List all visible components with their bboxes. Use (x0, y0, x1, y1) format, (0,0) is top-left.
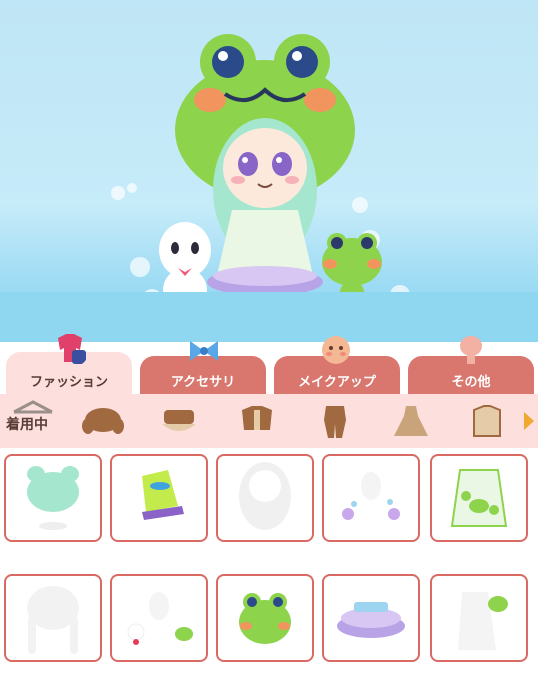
shirt-icon (58, 334, 86, 364)
outer-icon[interactable] (464, 400, 510, 442)
arrow-right-icon[interactable] (522, 410, 536, 432)
item-cell[interactable] (322, 574, 420, 662)
avatar-illustration (111, 34, 410, 334)
frog-backpack (458, 592, 508, 650)
frog-hood-hat (239, 593, 291, 644)
green-sneakers (142, 470, 184, 520)
green-twin-hair (27, 466, 79, 530)
white-braided-hair (27, 586, 79, 654)
item-cell[interactable] (430, 454, 528, 542)
face-icon (322, 336, 350, 364)
tab-label: その他 (451, 375, 491, 390)
item-cell[interactable] (322, 454, 420, 542)
tab-other[interactable]: その他 (408, 336, 534, 394)
mannequin-icon (460, 336, 482, 364)
category-tabs: ファッション アクセサリ メイクアップ その他 (0, 334, 538, 394)
coverall-icon[interactable] (312, 400, 358, 442)
plush-companions (127, 592, 193, 645)
bubble-accessories (342, 472, 400, 520)
subcategory-bar (0, 394, 538, 448)
tab-makeup[interactable]: メイクアップ (274, 336, 400, 394)
tab-fashion[interactable]: ファッション (6, 334, 132, 394)
avatar-stage (0, 0, 538, 342)
layered-skirt (337, 602, 405, 638)
tab-label: アクセサリ (170, 375, 236, 390)
dress-icon[interactable] (388, 400, 434, 442)
item-cell[interactable] (430, 574, 528, 662)
tab-accessory[interactable]: アクセサリ (140, 341, 266, 394)
frog-dress (450, 469, 508, 527)
white-long-hair (239, 462, 291, 530)
item-cell[interactable] (216, 454, 314, 542)
equipped-badge[interactable]: 着用中 (6, 414, 48, 434)
hat-icon[interactable] (156, 400, 202, 442)
hair-icon[interactable] (80, 400, 126, 442)
tab-label: メイクアップ (298, 375, 376, 390)
item-cell[interactable] (4, 454, 102, 542)
item-cell[interactable] (110, 574, 208, 662)
top-icon[interactable] (234, 400, 280, 442)
item-cell[interactable] (110, 454, 208, 542)
tab-label: ファッション (29, 375, 108, 390)
item-grid (0, 448, 538, 680)
item-cell[interactable] (4, 574, 102, 662)
item-cell[interactable] (216, 574, 314, 662)
ribbon-icon (190, 341, 218, 361)
